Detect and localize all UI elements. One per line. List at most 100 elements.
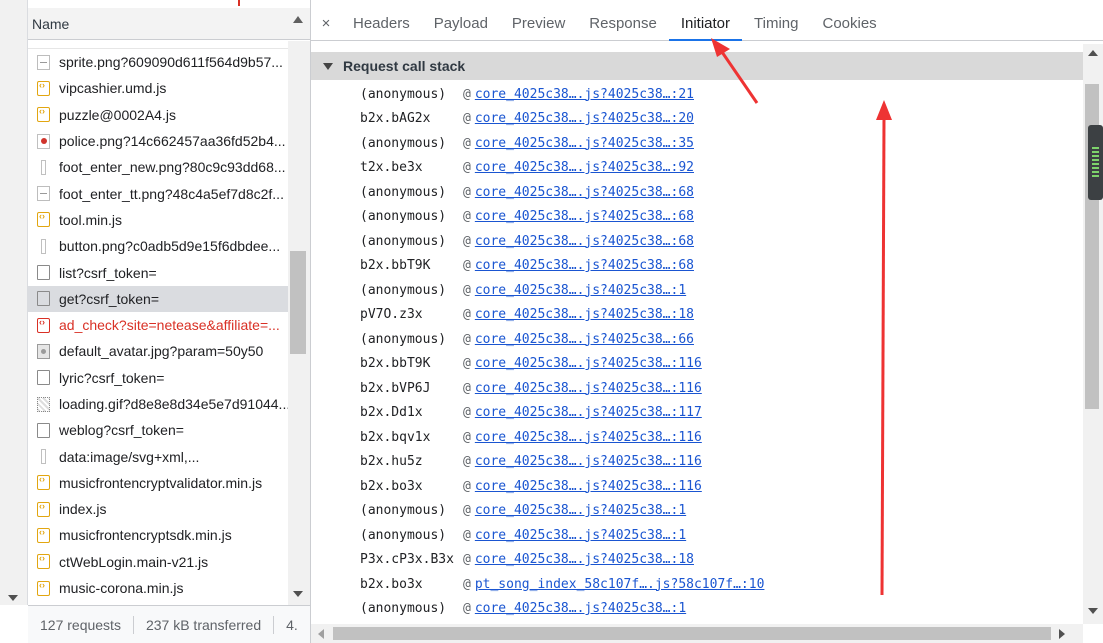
- request-row[interactable]: sprite.png?609090d611f564d9b57...: [28, 49, 288, 75]
- frame-source-link[interactable]: core_4025c38….js?4025c38…:66: [475, 332, 694, 347]
- request-row[interactable]: weblog?csrf_token=: [28, 417, 288, 443]
- sort-asc-icon[interactable]: [293, 16, 303, 23]
- request-row[interactable]: police.png?14c662457aa36fd52b4...: [28, 128, 288, 154]
- meter-level-icon: [1092, 147, 1099, 177]
- request-row[interactable]: data:image/svg+xml,...: [28, 443, 288, 469]
- tab-headers[interactable]: Headers: [341, 7, 422, 40]
- call-stack-frame: t2x.be3x @ core_4025c38….js?4025c38…:92: [360, 156, 1080, 181]
- scroll-up-arrow-icon[interactable]: [1088, 50, 1098, 56]
- frame-function-name: b2x.bbT9K: [360, 356, 431, 372]
- request-name: music-corona.min.js: [59, 580, 184, 597]
- request-name: foot_enter_new.png?80c9c93dd68...: [59, 159, 286, 176]
- request-row[interactable]: default_avatar.jpg?param=50y50: [28, 338, 288, 364]
- frame-at-sign: @: [463, 356, 471, 372]
- frame-source-link[interactable]: core_4025c38….js?4025c38…:1: [475, 601, 686, 616]
- outer-scrollbar[interactable]: [0, 0, 28, 605]
- scroll-right-arrow-icon[interactable]: [1059, 629, 1065, 639]
- frame-source-link[interactable]: core_4025c38….js?4025c38…:68: [475, 209, 694, 224]
- call-stack-frame: b2x.bAG2x @ core_4025c38….js?4025c38…:20: [360, 107, 1080, 132]
- image-file-icon: [37, 343, 50, 359]
- frame-source-link[interactable]: core_4025c38….js?4025c38…:18: [475, 307, 694, 322]
- frame-source-link[interactable]: core_4025c38….js?4025c38…:116: [475, 381, 702, 396]
- frame-source-link[interactable]: core_4025c38….js?4025c38…:92: [475, 160, 694, 175]
- request-row[interactable]: tool.min.js: [28, 207, 288, 233]
- request-call-stack-header[interactable]: Request call stack: [311, 52, 1083, 80]
- frame-source-link[interactable]: core_4025c38….js?4025c38…:68: [475, 185, 694, 200]
- request-row[interactable]: musicfrontencryptvalidator.min.js: [28, 470, 288, 496]
- call-stack-frame: b2x.bbT9K @ core_4025c38….js?4025c38…:68: [360, 254, 1080, 279]
- frame-at-sign: @: [463, 331, 471, 347]
- request-row[interactable]: loading.gif?d8e8e8d34e5e7d91044...: [28, 391, 288, 417]
- request-row[interactable]: ctWebLogin.main-v21.js: [28, 549, 288, 575]
- frame-source-link[interactable]: core_4025c38….js?4025c38…:35: [475, 136, 694, 151]
- scroll-down-arrow-icon[interactable]: [1088, 608, 1098, 614]
- frame-at-sign: @: [463, 478, 471, 494]
- image-file-icon: [37, 186, 50, 202]
- frame-function-name: pV7O.z3x: [360, 307, 423, 323]
- frame-source-link[interactable]: core_4025c38….js?4025c38…:68: [475, 258, 694, 273]
- frame-source-link[interactable]: core_4025c38….js?4025c38…:1: [475, 503, 686, 518]
- request-row[interactable]: music-corona.min.js: [28, 575, 288, 601]
- request-name: vipcashier.umd.js: [59, 80, 167, 97]
- request-row[interactable]: foot_enter_new.png?80c9c93dd68...: [28, 154, 288, 180]
- frame-source-link[interactable]: core_4025c38….js?4025c38…:18: [475, 552, 694, 567]
- scroll-left-arrow-icon[interactable]: [318, 629, 324, 639]
- tab-initiator[interactable]: Initiator: [668, 7, 743, 41]
- document-file-icon: [37, 370, 50, 386]
- frame-source-link[interactable]: core_4025c38….js?4025c38…:116: [475, 356, 702, 371]
- frame-source-link[interactable]: core_4025c38….js?4025c38…:20: [475, 111, 694, 126]
- frame-source-link[interactable]: core_4025c38….js?4025c38…:116: [475, 454, 702, 469]
- request-name: ctWebLogin.main-v21.js: [59, 553, 209, 570]
- close-icon[interactable]: ×: [311, 7, 341, 40]
- call-stack-frame: (anonymous) @ core_4025c38….js?4025c38…:66: [360, 327, 1080, 352]
- request-row[interactable]: button.png?c0adb5d9e15f6dbdee...: [28, 233, 288, 259]
- tab-preview[interactable]: Preview: [500, 7, 577, 40]
- request-list-scrollbar[interactable]: [288, 41, 310, 605]
- request-name: lyric?csrf_token=: [59, 369, 165, 386]
- frame-at-sign: @: [463, 307, 471, 323]
- tab-cookies[interactable]: Cookies: [810, 7, 888, 40]
- request-name: puzzle@0002A4.js: [59, 106, 176, 123]
- frame-function-name: t2x.be3x: [360, 160, 423, 176]
- request-row-partial[interactable]: [28, 41, 288, 49]
- call-stack-frame: (anonymous) @ core_4025c38….js?4025c38…:68: [360, 180, 1080, 205]
- frame-source-link[interactable]: core_4025c38….js?4025c38…:116: [475, 430, 702, 445]
- request-row[interactable]: vipcashier.umd.js: [28, 75, 288, 101]
- tab-response[interactable]: Response: [577, 7, 669, 40]
- frame-source-link[interactable]: core_4025c38….js?4025c38…:116: [475, 479, 702, 494]
- name-column-header[interactable]: Name: [28, 8, 310, 40]
- call-stack-frame: b2x.hu5z @ core_4025c38….js?4025c38…:116: [360, 450, 1080, 475]
- status-extra: 4.: [286, 616, 298, 633]
- scrollbar-thumb[interactable]: [333, 627, 1051, 640]
- frame-source-link[interactable]: core_4025c38….js?4025c38…:1: [475, 528, 686, 543]
- tab-timing[interactable]: Timing: [742, 7, 810, 40]
- frame-source-link[interactable]: core_4025c38….js?4025c38…:21: [475, 87, 694, 102]
- request-row[interactable]: get?csrf_token=: [28, 285, 288, 312]
- call-stack-frame: b2x.bo3x @ pt_song_index_58c107f….js?58c10…: [360, 572, 1080, 597]
- scroll-down-arrow-icon[interactable]: [8, 595, 18, 601]
- request-row[interactable]: lyric?csrf_token=: [28, 365, 288, 391]
- request-name: tool.min.js: [59, 211, 123, 228]
- request-row[interactable]: ad_check?site=netease&affiliate=...: [28, 312, 288, 338]
- image-file-icon: [41, 159, 46, 175]
- request-row[interactable]: musicfrontencryptsdk.min.js: [28, 522, 288, 548]
- request-row[interactable]: index.js: [28, 496, 288, 522]
- script-file-icon: [37, 553, 50, 570]
- frame-source-link[interactable]: pt_song_index_58c107f….js?58c107f…:10: [475, 577, 765, 592]
- detail-horizontal-scrollbar[interactable]: [311, 624, 1083, 643]
- request-name: get?csrf_token=: [59, 290, 160, 307]
- frame-source-link[interactable]: core_4025c38….js?4025c38…:68: [475, 234, 694, 249]
- frame-at-sign: @: [463, 429, 471, 445]
- scroll-down-arrow-icon[interactable]: [293, 591, 303, 597]
- request-row[interactable]: list?csrf_token=: [28, 259, 288, 285]
- frame-source-link[interactable]: core_4025c38….js?4025c38…:1: [475, 283, 686, 298]
- frame-at-sign: @: [463, 552, 471, 568]
- triangle-down-icon[interactable]: [323, 62, 333, 70]
- tab-payload[interactable]: Payload: [422, 7, 500, 40]
- frame-source-link[interactable]: core_4025c38….js?4025c38…:117: [475, 405, 702, 420]
- frame-function-name: b2x.hu5z: [360, 454, 423, 470]
- request-row[interactable]: puzzle@0002A4.js: [28, 102, 288, 128]
- volume-meter-widget[interactable]: [1088, 125, 1103, 200]
- scrollbar-thumb[interactable]: [290, 251, 306, 354]
- request-row[interactable]: foot_enter_tt.png?48c4a5ef7d8c2f...: [28, 180, 288, 206]
